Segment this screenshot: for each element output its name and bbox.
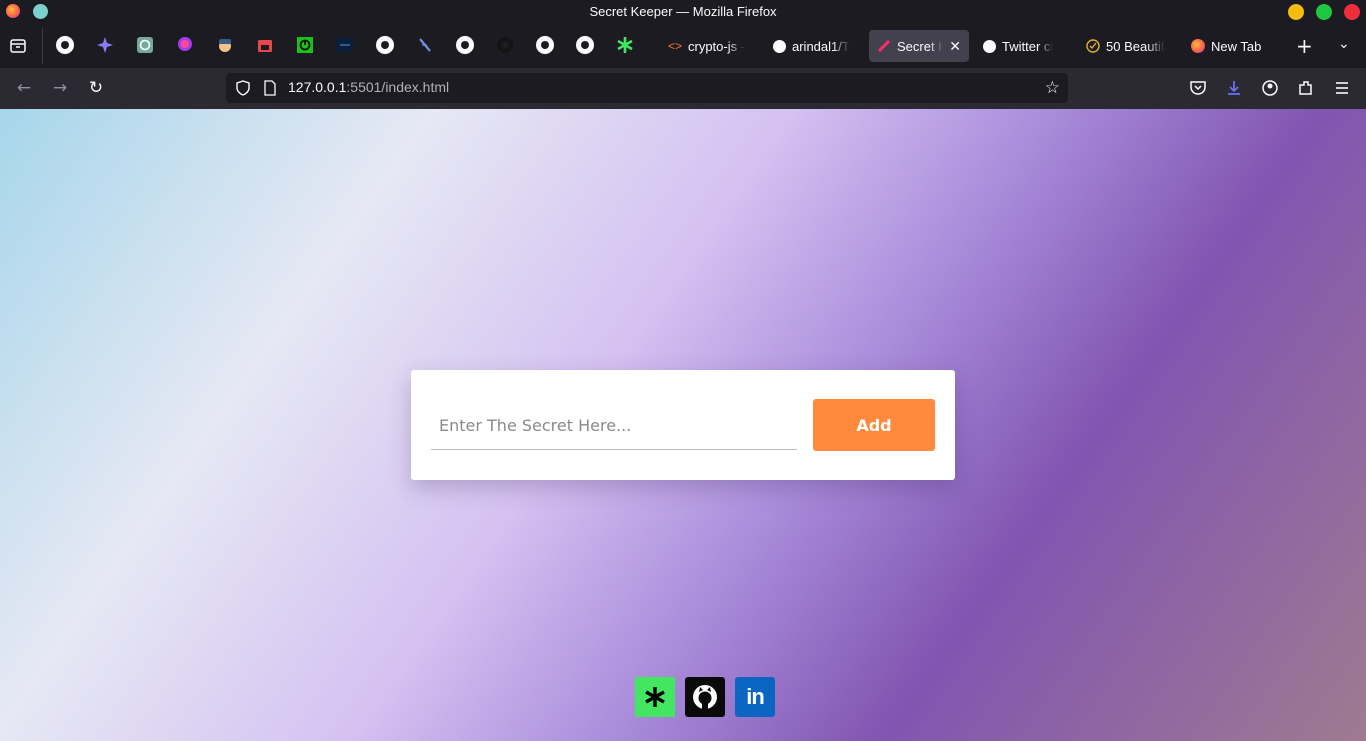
tab-secret-keeper[interactable]: Secret K ✕ bbox=[869, 30, 969, 62]
github-icon[interactable] bbox=[376, 36, 394, 54]
list-all-tabs-icon[interactable]: ⌄ bbox=[1338, 36, 1350, 52]
minimize-button[interactable] bbox=[1288, 4, 1304, 20]
linktree-icon[interactable] bbox=[616, 36, 634, 54]
avatar-icon[interactable] bbox=[216, 36, 234, 54]
github-icon[interactable] bbox=[576, 36, 594, 54]
downloads-icon[interactable] bbox=[1224, 78, 1244, 98]
github-icon[interactable] bbox=[456, 36, 474, 54]
terminal-icon[interactable] bbox=[336, 36, 354, 54]
store-icon[interactable] bbox=[256, 36, 274, 54]
reload-button[interactable]: ↻ bbox=[86, 78, 106, 98]
address-bar[interactable]: 127.0.0.1:5501/index.html ☆ bbox=[226, 73, 1068, 103]
github-link[interactable] bbox=[685, 677, 725, 717]
forward-button[interactable]: → bbox=[50, 78, 70, 98]
new-tab-button[interactable]: + bbox=[1296, 34, 1313, 58]
github-dark-icon[interactable] bbox=[496, 36, 514, 54]
code-icon: <> bbox=[668, 39, 683, 53]
tab-strip: <> crypto-js - arindal1/T Secret K ✕ Twi… bbox=[0, 24, 1366, 68]
menu-icon[interactable] bbox=[1332, 78, 1352, 98]
linkedin-icon: in bbox=[746, 684, 765, 709]
account-icon[interactable] bbox=[1260, 78, 1280, 98]
tab-crypto-js[interactable]: <> crypto-js - bbox=[660, 30, 760, 62]
bookmark-star-icon[interactable]: ☆ bbox=[1045, 78, 1060, 98]
window-titlebar: Secret Keeper — Mozilla Firefox bbox=[0, 0, 1366, 24]
tab-twitter-clone[interactable]: Twitter cl bbox=[974, 30, 1074, 62]
pen-icon bbox=[877, 39, 891, 53]
github-icon bbox=[693, 685, 717, 710]
linkedin-link[interactable]: in bbox=[735, 677, 775, 717]
tab-overview-icon[interactable] bbox=[8, 36, 28, 56]
page-viewport: Add in bbox=[0, 109, 1366, 741]
github-icon bbox=[982, 39, 996, 53]
github-icon bbox=[772, 39, 786, 53]
pocket-icon[interactable] bbox=[1188, 78, 1208, 98]
back-button[interactable]: ← bbox=[14, 78, 34, 98]
secret-form-card: Add bbox=[411, 370, 955, 480]
messenger-icon[interactable] bbox=[176, 36, 194, 54]
maximize-button[interactable] bbox=[1316, 4, 1332, 20]
tab-divider bbox=[42, 28, 43, 64]
linktree-icon bbox=[645, 687, 665, 707]
linktree-link[interactable] bbox=[635, 677, 675, 717]
secret-input[interactable] bbox=[431, 402, 797, 450]
github-icon[interactable] bbox=[56, 36, 74, 54]
add-button[interactable]: Add bbox=[813, 399, 935, 451]
tab-50-beautiful[interactable]: 50 Beautif bbox=[1078, 30, 1178, 62]
shield-icon[interactable] bbox=[235, 80, 251, 96]
navigation-bar: ← → ↻ 127.0.0.1:5501/index.html ☆ bbox=[0, 68, 1366, 109]
check-circle-icon bbox=[1086, 39, 1100, 53]
window-title: Secret Keeper — Mozilla Firefox bbox=[589, 4, 777, 19]
openai-icon[interactable] bbox=[136, 36, 154, 54]
tab-arindal1[interactable]: arindal1/T bbox=[764, 30, 864, 62]
tool-icon[interactable] bbox=[416, 36, 434, 54]
url-text[interactable]: 127.0.0.1:5501/index.html bbox=[288, 79, 449, 95]
sparkle-icon[interactable] bbox=[96, 36, 114, 54]
tab-new-tab[interactable]: New Tab bbox=[1183, 30, 1283, 62]
firefox-icon bbox=[1191, 39, 1205, 53]
github-icon[interactable] bbox=[536, 36, 554, 54]
power-icon[interactable] bbox=[296, 36, 314, 54]
close-tab-icon[interactable]: ✕ bbox=[949, 38, 961, 55]
close-window-button[interactable] bbox=[1344, 4, 1360, 20]
extensions-icon[interactable] bbox=[1296, 78, 1316, 98]
page-icon[interactable] bbox=[263, 80, 277, 96]
